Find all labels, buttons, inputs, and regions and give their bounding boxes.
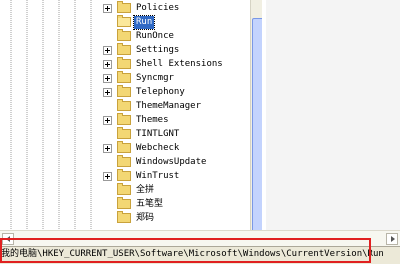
tree-item-wubi[interactable]: 五笔型 [103, 197, 253, 211]
expand-icon[interactable] [103, 88, 112, 97]
scrollbar-thumb[interactable] [252, 18, 262, 238]
folder-icon [117, 155, 131, 167]
tree-item-label: ThemeManager [136, 101, 202, 111]
tree-item-label: RunOnce [136, 31, 174, 41]
folder-icon [117, 71, 131, 83]
tree-item-zhengma[interactable]: 郑码 [103, 211, 253, 225]
tree-item-runonce[interactable]: RunOnce [103, 29, 253, 43]
folder-icon [117, 29, 131, 41]
folder-icon [117, 57, 131, 69]
tree-item-label: Themes [136, 115, 169, 125]
folder-icon [117, 113, 131, 125]
expand-icon[interactable] [103, 74, 112, 83]
expand-icon[interactable] [103, 4, 112, 13]
values-pane[interactable] [266, 0, 400, 246]
tree-item-label: 全拼 [136, 185, 155, 195]
tree-item-shell-extensions[interactable]: Shell Extensions [103, 57, 253, 71]
tree-item-wintrust[interactable]: WinTrust [103, 169, 253, 183]
expand-icon[interactable] [103, 172, 112, 181]
tree-item-label: Webcheck [136, 143, 180, 153]
folder-icon [117, 197, 131, 209]
tree-item-telephony[interactable]: Telephony [103, 85, 253, 99]
tree-item-windowsupdate[interactable]: WindowsUpdate [103, 155, 253, 169]
tree-item-label: Syncmgr [136, 73, 174, 83]
tree-item-tintlgnt[interactable]: TINTLGNT [103, 127, 253, 141]
folder-icon [117, 211, 131, 223]
folder-icon [117, 43, 131, 55]
folder-icon [117, 183, 131, 195]
expand-icon[interactable] [103, 46, 112, 55]
tree-item-webcheck[interactable]: Webcheck [103, 141, 253, 155]
tree-item-label: 郑码 [136, 213, 155, 223]
tree-item-label: Telephony [136, 87, 185, 97]
tree-item-quanpin[interactable]: 全拼 [103, 183, 253, 197]
folder-icon [117, 1, 131, 13]
folder-icon [117, 127, 131, 139]
expand-icon[interactable] [103, 144, 112, 153]
tree-item-label: Policies [136, 3, 180, 13]
tree-item-run[interactable]: Run [103, 15, 253, 30]
tree-item-label: TINTLGNT [136, 129, 180, 139]
scroll-right-button[interactable] [386, 233, 398, 245]
highlight-box [0, 238, 371, 263]
tree-item-policies[interactable]: Policies [103, 1, 253, 15]
folder-icon [117, 141, 131, 153]
registry-tree-pane[interactable]: Policies Run RunOnce Settings Shell Exte… [0, 0, 262, 246]
tree-item-label: Run [132, 15, 156, 30]
tree-connector-lines [10, 0, 92, 246]
folder-open-icon [117, 15, 131, 27]
tree-item-thememanager[interactable]: ThemeManager [103, 99, 253, 113]
tree-item-label: 五笔型 [136, 199, 164, 209]
tree-item-label: WindowsUpdate [136, 157, 207, 167]
tree-item-label: Shell Extensions [136, 59, 223, 69]
tree-item-themes[interactable]: Themes [103, 113, 253, 127]
folder-icon [117, 85, 131, 97]
tree-item-label: WinTrust [136, 171, 180, 181]
tree-vertical-scrollbar[interactable] [250, 0, 262, 246]
folder-icon [117, 169, 131, 181]
tree-item-label: Settings [136, 45, 180, 55]
folder-icon [117, 99, 131, 111]
expand-icon[interactable] [103, 116, 112, 125]
tree-item-syncmgr[interactable]: Syncmgr [103, 71, 253, 85]
tree-item-settings[interactable]: Settings [103, 43, 253, 57]
expand-icon[interactable] [103, 60, 112, 69]
